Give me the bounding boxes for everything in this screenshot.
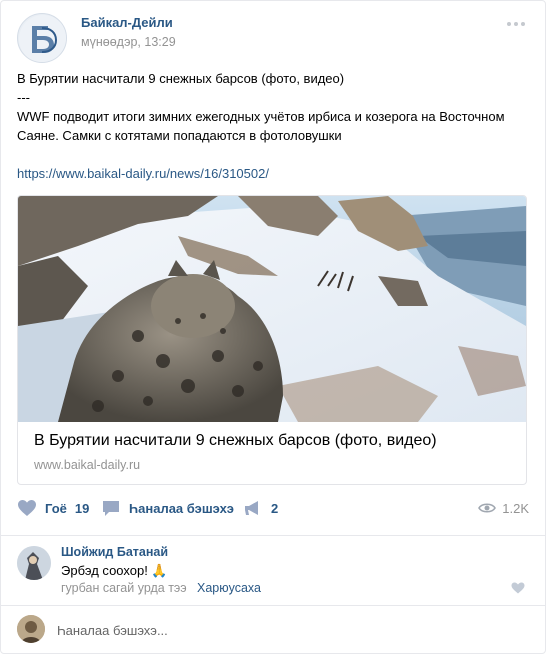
post-actions: Гоё 19 Һаналаа бэшэхэ 2 1.2K bbox=[17, 497, 529, 521]
baikal-daily-logo bbox=[19, 15, 66, 62]
commenter-avatar[interactable] bbox=[17, 546, 51, 580]
post-text-line: В Бурятии насчитали 9 снежных барсов (фо… bbox=[17, 71, 345, 86]
post-text-line: WWF подводит итоги зимних ежегодных учёт… bbox=[17, 109, 505, 124]
comment-button[interactable]: Һаналаа бэшэхэ bbox=[101, 497, 234, 519]
post-link[interactable]: https://www.baikal-daily.ru/news/16/3105… bbox=[17, 166, 269, 181]
link-attachment[interactable]: В Бурятии насчитали 9 снежных барсов (фо… bbox=[17, 195, 527, 485]
commenter-avatar-image bbox=[17, 546, 51, 580]
share-button[interactable]: 2 bbox=[243, 497, 278, 519]
eye-icon bbox=[478, 503, 497, 513]
divider bbox=[1, 535, 545, 536]
heart-icon bbox=[18, 500, 36, 516]
post-author[interactable]: Байкал-Дейли bbox=[81, 15, 173, 30]
community-avatar[interactable] bbox=[17, 13, 67, 63]
views-counter: 1.2K bbox=[478, 497, 529, 519]
like-button[interactable]: Гоё 19 bbox=[17, 497, 89, 519]
comment-time[interactable]: гурбан сагай урда тээ bbox=[61, 581, 187, 595]
snow-leopard-photo bbox=[18, 196, 526, 422]
post-text-line: Саяне. Самки с котятами попадаются в фот… bbox=[17, 128, 342, 143]
divider bbox=[1, 605, 545, 606]
post-header: Байкал-Дейли мүнөөдэр, 13:29 bbox=[17, 13, 529, 63]
current-user-avatar bbox=[17, 615, 45, 643]
post-card: Байкал-Дейли мүнөөдэр, 13:29 В Бурятии н… bbox=[0, 0, 546, 654]
attachment-title[interactable]: В Бурятии насчитали 9 снежных барсов (фо… bbox=[34, 432, 437, 450]
comment-author[interactable]: Шойжид Батанай bbox=[61, 545, 168, 559]
post-text-line: --- bbox=[17, 90, 30, 105]
post-date[interactable]: мүнөөдэр, 13:29 bbox=[81, 35, 176, 49]
comment-icon bbox=[103, 501, 119, 516]
comment-input[interactable] bbox=[57, 619, 517, 641]
share-count: 2 bbox=[271, 500, 279, 516]
comment-like-icon[interactable] bbox=[511, 582, 525, 594]
attachment-domain: www.baikal-daily.ru bbox=[34, 458, 141, 472]
comment-label: Һаналаа бэшэхэ bbox=[129, 500, 234, 516]
like-count: 19 bbox=[74, 500, 90, 516]
megaphone-icon bbox=[245, 501, 258, 515]
post-text: В Бурятии насчитали 9 снежных барсов (фо… bbox=[17, 69, 527, 183]
current-user-avatar-image bbox=[17, 615, 45, 643]
like-label: Гоё bbox=[45, 500, 67, 516]
comment-text: Эрбэд соохор! 🙏 bbox=[61, 563, 168, 578]
views-count: 1.2K bbox=[502, 500, 529, 516]
more-options-icon[interactable] bbox=[505, 17, 527, 31]
reply-button[interactable]: Харюусаха bbox=[197, 581, 261, 595]
